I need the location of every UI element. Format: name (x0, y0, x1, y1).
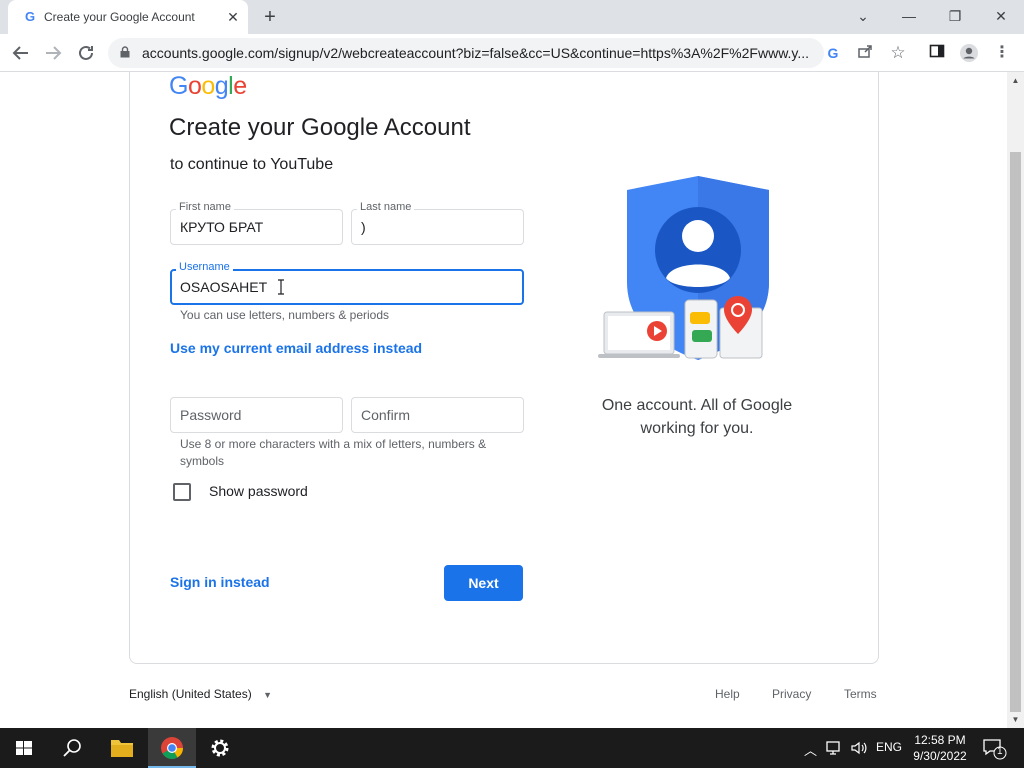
password-placeholder: Password (180, 407, 242, 423)
search-button[interactable] (48, 728, 96, 768)
system-clock[interactable]: 12:58 PM 9/30/2022 (910, 732, 970, 764)
first-name-value: КРУТО БРАТ (180, 219, 264, 235)
last-name-field[interactable]: Last name ) (351, 201, 524, 245)
google-logo: Google (169, 72, 247, 101)
windows-logo-icon (16, 741, 32, 755)
username-label: Username (176, 261, 233, 273)
tagline: One account. All of Google working for y… (601, 397, 793, 437)
minimize-button[interactable]: — (894, 4, 924, 28)
menu-dots-icon[interactable]: ⋮ (992, 43, 1012, 63)
use-current-email-link[interactable]: Use my current email address instead (170, 340, 422, 356)
google-translate-icon[interactable]: G (823, 43, 843, 63)
account-shield-illustration (598, 176, 769, 360)
profile-avatar-icon[interactable] (959, 43, 979, 63)
first-name-field[interactable]: First name КРУТО БРАТ (170, 201, 343, 245)
browser-tab-strip: G Create your Google Account ✕ + ⌄ — ❐ ✕ (0, 0, 1024, 34)
volume-icon[interactable] (850, 740, 868, 759)
settings-taskbar-button[interactable] (196, 728, 244, 768)
tab-title: Create your Google Account (44, 10, 195, 24)
clock-date: 9/30/2022 (913, 749, 967, 763)
last-name-label: Last name (357, 201, 415, 213)
username-value: OSAOSAHET (180, 279, 268, 295)
new-tab-button[interactable]: + (258, 5, 282, 29)
show-password-checkbox[interactable] (173, 483, 191, 501)
page-subtitle: to continue to YouTube (170, 156, 334, 173)
language-label: English (United States) (129, 687, 252, 701)
page-title: Create your Google Account (169, 114, 471, 141)
share-icon[interactable] (855, 43, 875, 63)
reload-icon[interactable] (73, 40, 99, 66)
help-link[interactable]: Help (715, 687, 740, 701)
browser-tab[interactable]: G Create your Google Account ✕ (8, 0, 248, 34)
sign-in-instead-link[interactable]: Sign in instead (170, 574, 270, 590)
side-panel-icon[interactable] (927, 43, 947, 63)
input-language[interactable]: ENG (876, 740, 902, 754)
lock-icon (120, 46, 130, 58)
windows-taskbar: ︿ ENG 12:58 PM 9/30/2022 1 (0, 728, 1024, 768)
password-field[interactable]: Password (170, 397, 343, 433)
folder-icon (111, 740, 133, 757)
notification-count: 1 (997, 746, 1003, 757)
privacy-link[interactable]: Privacy (772, 687, 811, 701)
url-text: accounts.google.com/signup/v2/webcreatea… (142, 45, 810, 61)
password-hint: Use 8 or more characters with a mix of l… (180, 437, 487, 468)
username-field[interactable]: Username OSAOSAHET (170, 261, 524, 305)
clock-time: 12:58 PM (914, 733, 966, 747)
chevron-down-icon: ▼ (263, 690, 272, 700)
tray-expand-icon[interactable]: ︿ (804, 740, 817, 759)
network-icon[interactable] (826, 740, 844, 759)
scroll-up-arrow-icon[interactable]: ▲ (1007, 72, 1024, 89)
chrome-icon (161, 737, 183, 759)
forward-arrow-icon[interactable] (40, 40, 66, 66)
last-name-value: ) (361, 219, 366, 235)
browser-toolbar: accounts.google.com/signup/v2/webcreatea… (0, 34, 1024, 72)
logo-letter: e (233, 72, 247, 100)
notification-center-icon[interactable]: 1 (982, 738, 1008, 763)
next-button[interactable]: Next (444, 565, 523, 601)
confirm-placeholder: Confirm (361, 407, 411, 423)
tab-close-icon[interactable]: ✕ (224, 8, 242, 26)
logo-letter: g (214, 72, 229, 100)
file-explorer-button[interactable] (98, 728, 146, 768)
logo-letter: o (187, 72, 202, 100)
scrollbar-thumb[interactable] (1010, 152, 1021, 712)
logo-letter: o (201, 72, 215, 100)
page-scrollbar[interactable]: ▲ ▼ (1007, 72, 1024, 728)
terms-link[interactable]: Terms (844, 687, 877, 701)
username-hint: You can use letters, numbers & periods (180, 308, 390, 322)
restore-button[interactable]: ❐ (940, 4, 970, 28)
back-arrow-icon[interactable] (8, 40, 34, 66)
gear-icon (211, 739, 229, 757)
logo-letter: G (169, 72, 188, 100)
language-selector[interactable]: English (United States) ▼ (129, 687, 272, 701)
start-button[interactable] (0, 728, 48, 768)
tab-search-icon[interactable]: ⌄ (848, 4, 878, 28)
address-bar[interactable]: accounts.google.com/signup/v2/webcreatea… (108, 38, 824, 68)
confirm-password-field[interactable]: Confirm (351, 397, 524, 433)
text-cursor-icon (278, 279, 284, 295)
search-icon (63, 739, 81, 757)
chrome-taskbar-button[interactable] (148, 728, 196, 768)
show-password-label[interactable]: Show password (209, 483, 308, 499)
page-viewport: Google Create your Google Account to con… (0, 72, 1007, 728)
first-name-label: First name (176, 201, 234, 213)
scroll-down-arrow-icon[interactable]: ▼ (1007, 711, 1024, 728)
bookmark-star-icon[interactable]: ☆ (888, 43, 908, 63)
google-favicon-icon: G (24, 9, 36, 24)
window-close-button[interactable]: ✕ (986, 4, 1016, 28)
